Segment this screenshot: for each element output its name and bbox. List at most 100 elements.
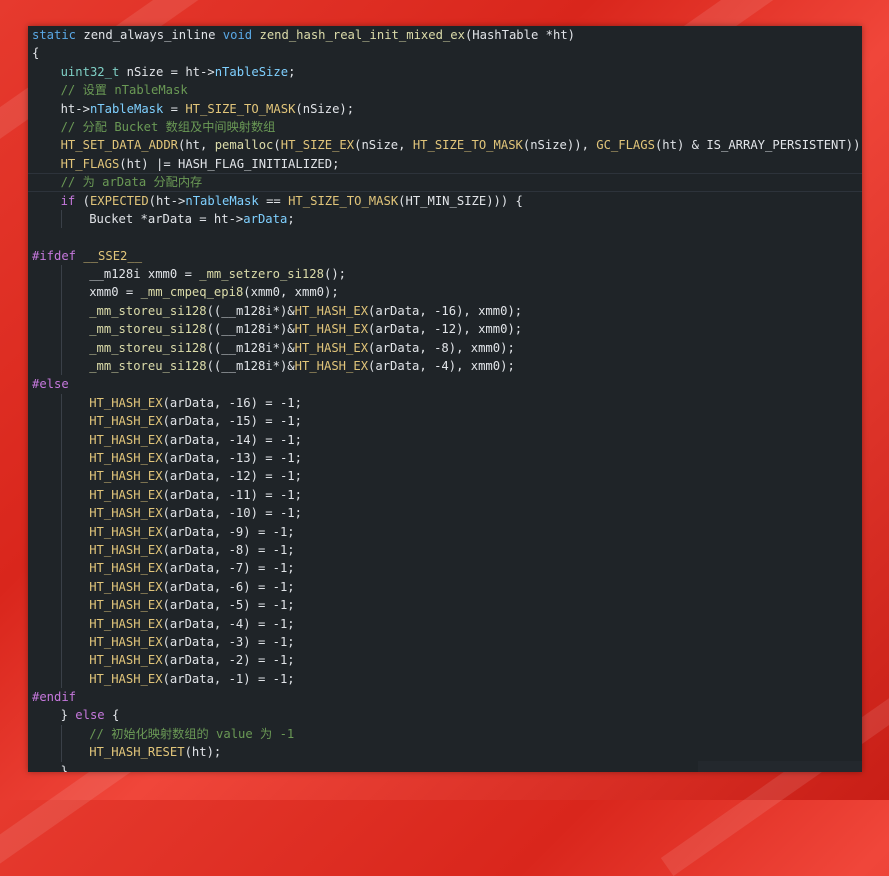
code-line[interactable]: uint32_t nSize = ht->nTableSize;: [28, 63, 862, 81]
code-line[interactable]: HT_HASH_EX(arData, -3) = -1;: [28, 632, 862, 652]
code-line[interactable]: HT_HASH_EX(arData, -14) = -1;: [28, 430, 862, 449]
code-token: =: [163, 101, 186, 116]
code-line[interactable]: // 初始化映射数组的 value 为 -1: [28, 724, 862, 744]
code-token: ((__m128i*)&: [206, 340, 295, 355]
code-line[interactable]: HT_HASH_EX(arData, -13) = -1;: [28, 448, 862, 468]
code-token: // 分配 Bucket 数组及中间映射数组: [60, 119, 276, 134]
code-line[interactable]: // 为 arData 分配内存: [28, 173, 862, 192]
code-token: (arData, -4) = -1;: [162, 616, 295, 631]
code-token: }: [60, 708, 76, 723]
code-line[interactable]: HT_HASH_EX(arData, -15) = -1;: [28, 412, 862, 431]
code-line[interactable]: #ifdef __SSE2__: [28, 247, 862, 265]
code-line[interactable]: HT_SET_DATA_ADDR(ht, pemalloc(HT_SIZE_EX…: [28, 136, 862, 154]
code-line[interactable]: ht->nTableMask = HT_SIZE_TO_MASK(nSize);: [28, 100, 862, 118]
code-line[interactable]: HT_HASH_EX(arData, -2) = -1;: [28, 651, 862, 670]
code-token: HT_HASH_EX: [89, 450, 163, 465]
code-token: _mm_storeu_si128: [89, 340, 207, 355]
code-token: (arData, -11) = -1;: [162, 487, 302, 502]
code-line[interactable]: #endif: [28, 688, 862, 706]
code-token: (arData, -15) = -1;: [162, 414, 302, 429]
code-token: (arData, -16), xmm0);: [368, 303, 523, 318]
code-token: (arData, -10) = -1;: [162, 506, 302, 521]
code-token: ((__m128i*)&: [206, 303, 295, 318]
code-token: __m128i xmm0 =: [89, 267, 200, 282]
code-line[interactable]: HT_HASH_EX(arData, -11) = -1;: [28, 485, 862, 505]
indent-guide: [60, 504, 62, 523]
code-line[interactable]: #else: [28, 375, 862, 393]
code-token: HT_SIZE_TO_MASK: [288, 193, 399, 208]
code-token: HT_HASH_EX: [89, 506, 163, 521]
code-line[interactable]: _mm_storeu_si128((__m128i*)&HT_HASH_EX(a…: [28, 338, 862, 358]
code-line[interactable]: Bucket *arData = ht->arData;: [28, 209, 862, 229]
indent-guide: [60, 485, 62, 505]
code-token: (arData, -1) = -1;: [162, 671, 295, 686]
code-token: (nSize)),: [522, 138, 597, 153]
code-token: (ht,: [178, 138, 215, 153]
code-line[interactable]: HT_HASH_EX(arData, -10) = -1;: [28, 504, 862, 523]
code-token: _mm_storeu_si128: [89, 359, 207, 374]
code-line[interactable]: // 分配 Bucket 数组及中间映射数组: [28, 118, 862, 136]
code-token: (ht->: [148, 193, 186, 208]
indent-guide: [60, 357, 62, 376]
code-token: Bucket *arData = ht->: [89, 211, 244, 226]
code-token: (arData, -6) = -1;: [162, 579, 295, 594]
indent-guide: [60, 614, 62, 633]
code-token: (HashTable *ht): [464, 28, 575, 42]
code-token: (arData, -2) = -1;: [162, 653, 295, 668]
code-token: (arData, -13) = -1;: [162, 450, 302, 465]
code-line[interactable]: HT_HASH_EX(arData, -5) = -1;: [28, 596, 862, 615]
code-line[interactable]: __m128i xmm0 = _mm_setzero_si128();: [28, 265, 862, 284]
code-token: {: [32, 46, 40, 61]
code-token: static: [32, 28, 77, 42]
code-line[interactable]: HT_HASH_EX(arData, -1) = -1;: [28, 669, 862, 689]
code-line[interactable]: HT_HASH_EX(arData, -4) = -1;: [28, 614, 862, 633]
code-token: nTableMask: [185, 193, 259, 208]
code-token: ==: [258, 193, 289, 208]
code-token: nTableSize: [214, 64, 289, 79]
code-line[interactable]: _mm_storeu_si128((__m128i*)&HT_HASH_EX(a…: [28, 301, 862, 321]
indent-guide: [60, 209, 62, 229]
code-token: HT_HASH_EX: [89, 561, 163, 576]
code-token: (arData, -8), xmm0);: [368, 340, 515, 355]
indent-guide: [60, 522, 62, 541]
code-editor[interactable]: static zend_always_inline void zend_hash…: [28, 26, 862, 772]
indent-guide: [60, 301, 62, 321]
code-token: (arData, -9) = -1;: [162, 524, 295, 539]
indent-guide: [60, 265, 62, 284]
code-token: HT_HASH_EX: [89, 542, 163, 557]
code-line[interactable]: HT_HASH_EX(arData, -16) = -1;: [28, 393, 862, 413]
code-line[interactable]: xmm0 = _mm_cmpeq_epi8(xmm0, xmm0);: [28, 283, 862, 302]
code-line[interactable]: static zend_always_inline void zend_hash…: [28, 26, 862, 44]
code-line[interactable]: if (EXPECTED(ht->nTableMask == HT_SIZE_T…: [28, 192, 862, 210]
code-token: pemalloc: [214, 138, 274, 153]
code-line[interactable]: {: [28, 44, 862, 62]
indent-guide: [60, 412, 62, 431]
code-token: HT_HASH_EX: [89, 579, 163, 594]
code-token: void: [222, 28, 253, 42]
code-line[interactable]: HT_HASH_EX(arData, -6) = -1;: [28, 577, 862, 597]
code-line[interactable]: [28, 228, 862, 246]
code-token: (xmm0, xmm0);: [243, 285, 339, 300]
code-token: (: [273, 138, 281, 153]
code-token: #else: [32, 377, 69, 392]
code-line[interactable]: HT_HASH_EX(arData, -9) = -1;: [28, 522, 862, 541]
code-token: nSize = ht->: [119, 64, 215, 79]
code-token: (arData, -4), xmm0);: [368, 359, 515, 374]
code-line[interactable]: _mm_storeu_si128((__m128i*)&HT_HASH_EX(a…: [28, 320, 862, 339]
code-line[interactable]: HT_FLAGS(ht) |= HASH_FLAG_INITIALIZED;: [28, 155, 862, 173]
code-line[interactable]: _mm_storeu_si128((__m128i*)&HT_HASH_EX(a…: [28, 357, 862, 376]
code-line[interactable]: HT_HASH_RESET(ht);: [28, 743, 862, 762]
code-line[interactable]: // 设置 nTableMask: [28, 81, 862, 99]
code-token: }: [60, 763, 68, 772]
code-token: __SSE2__: [76, 248, 143, 263]
code-line[interactable]: } else {: [28, 706, 862, 724]
code-token: (arData, -12) = -1;: [162, 469, 302, 484]
code-line[interactable]: HT_HASH_EX(arData, -12) = -1;: [28, 467, 862, 486]
indent-guide: [60, 338, 62, 358]
code-token: ;: [288, 64, 296, 79]
indent-guide: [60, 743, 62, 762]
indent-guide: [60, 632, 62, 652]
code-line[interactable]: HT_HASH_EX(arData, -8) = -1;: [28, 540, 862, 560]
code-line[interactable]: HT_HASH_EX(arData, -7) = -1;: [28, 559, 862, 578]
code-token: HT_HASH_EX: [294, 322, 369, 337]
